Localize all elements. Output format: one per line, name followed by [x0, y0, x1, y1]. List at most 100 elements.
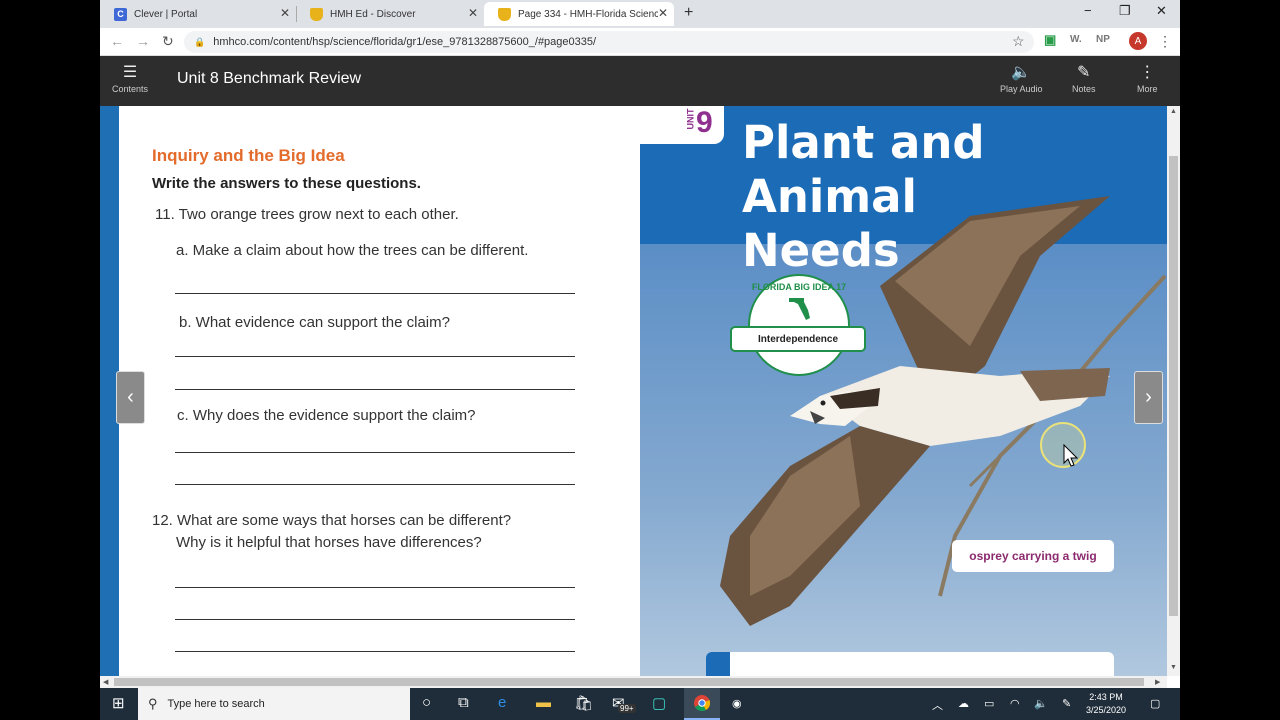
next-page-button[interactable]: ›: [1134, 371, 1163, 424]
clock-date: 3/25/2020: [1086, 705, 1127, 715]
search-placeholder: Type here to search: [167, 698, 265, 710]
cortana-icon[interactable]: ○: [422, 694, 431, 711]
interdependence-label: Interdependence: [730, 326, 866, 352]
answer-line: [175, 356, 575, 357]
tab-title: HMH Ed - Discover: [330, 8, 416, 20]
scroll-thumb[interactable]: [114, 678, 1144, 686]
tab-clever[interactable]: C Clever | Portal ✕: [100, 2, 296, 26]
more-button[interactable]: ⋮ More: [1137, 62, 1158, 94]
more-vertical-icon: ⋮: [1139, 64, 1156, 81]
notifications-icon[interactable]: ▢: [1150, 697, 1160, 710]
next-section-card: [706, 652, 1114, 676]
tab-title: Clever | Portal: [134, 8, 198, 20]
previous-page-button[interactable]: ‹: [116, 371, 145, 424]
close-icon[interactable]: ✕: [280, 6, 290, 20]
clever-icon: C: [114, 7, 127, 21]
hmh-shield-icon: [310, 7, 323, 21]
app-icon[interactable]: ▢: [652, 694, 666, 712]
horizontal-scrollbar[interactable]: ◀ ▶: [100, 676, 1167, 688]
contents-button[interactable]: ☰ Contents: [112, 62, 148, 94]
book-viewer: Inquiry and the Big Idea Write the answe…: [100, 106, 1167, 676]
mail-badge: 99+: [618, 704, 636, 713]
scroll-down-icon[interactable]: ▼: [1170, 664, 1177, 671]
answer-line: [175, 389, 575, 390]
question-11: 11. Two orange trees grow next to each o…: [155, 206, 459, 223]
osprey-illustration: [720, 196, 1167, 626]
scroll-left-icon[interactable]: ◀: [103, 678, 108, 686]
windows-start-icon[interactable]: ⊞: [112, 694, 125, 712]
store-icon[interactable]: 🛍: [574, 694, 593, 712]
tray-expand-icon[interactable]: ︿: [932, 697, 943, 713]
volume-icon[interactable]: 🔈: [1034, 697, 1048, 710]
left-page: Inquiry and the Big Idea Write the answe…: [128, 106, 640, 676]
reload-icon[interactable]: ↻: [162, 33, 174, 50]
wifi-icon[interactable]: ◠: [1010, 697, 1020, 710]
answer-line: [175, 293, 575, 294]
answer-line: [175, 452, 575, 453]
play-audio-button[interactable]: 🔈 Play Audio: [1000, 62, 1043, 94]
taskbar-search[interactable]: ⚲ Type here to search: [138, 688, 410, 720]
edge-icon[interactable]: e: [498, 694, 506, 711]
clock-time: 2:43 PM: [1089, 692, 1123, 702]
question-11c: c. Why does the evidence support the cla…: [177, 407, 476, 424]
mouse-pointer-icon: [1063, 444, 1079, 467]
scroll-thumb[interactable]: [1169, 156, 1178, 616]
clock[interactable]: 2:43 PM 3/25/2020: [1086, 691, 1126, 717]
left-letterbox: [0, 0, 100, 720]
right-letterbox: [1180, 0, 1280, 720]
chrome-icon[interactable]: [684, 688, 720, 720]
tab-title: Page 334 - HMH-Florida Science: [518, 8, 658, 20]
contents-label: Contents: [112, 84, 149, 94]
hmh-shield-icon: [498, 7, 511, 21]
bookmark-star-icon[interactable]: ☆: [1012, 33, 1025, 50]
file-explorer-icon[interactable]: ▬: [536, 694, 551, 711]
extension-w-icon[interactable]: W.: [1070, 34, 1082, 45]
close-icon[interactable]: ✕: [658, 6, 668, 20]
notes-label: Notes: [1072, 84, 1096, 94]
close-window-button[interactable]: ✕: [1156, 3, 1167, 19]
notes-button[interactable]: ✎ Notes: [1072, 62, 1096, 94]
badge-arc-text: FLORIDA BIG IDEA 17: [751, 282, 847, 292]
scroll-up-icon[interactable]: ▲: [1170, 108, 1177, 115]
scroll-right-icon[interactable]: ▶: [1155, 678, 1160, 686]
edit-icon: ✎: [1077, 64, 1091, 81]
back-arrow-icon[interactable]: ←: [110, 33, 124, 49]
forward-arrow-icon[interactable]: →: [136, 33, 150, 49]
vertical-scrollbar[interactable]: ▲ ▼: [1167, 106, 1180, 676]
recording-icon[interactable]: ◉: [732, 697, 742, 710]
minimize-button[interactable]: −: [1084, 3, 1092, 18]
more-label: More: [1137, 84, 1158, 94]
question-11b: b. What evidence can support the claim?: [179, 314, 450, 331]
right-page: UNIT 9 Plant and Animal Needs FLORIDA BI…: [640, 106, 1167, 676]
close-icon[interactable]: ✕: [468, 6, 478, 20]
answer-line: [175, 484, 575, 485]
cloud-icon[interactable]: ☁: [958, 697, 969, 710]
battery-icon[interactable]: ▭: [984, 697, 994, 710]
speaker-icon: 🔈: [1011, 64, 1032, 81]
reader-header: ☰ Contents Unit 8 Benchmark Review 🔈 Pla…: [100, 56, 1180, 106]
answer-line: [175, 651, 575, 652]
pen-icon[interactable]: ✎: [1062, 697, 1071, 710]
question-11a: a. Make a claim about how the trees can …: [176, 242, 529, 259]
tab-hmh-discover[interactable]: HMH Ed - Discover ✕: [296, 2, 484, 26]
photo-caption: osprey carrying a twig: [952, 540, 1114, 572]
answer-line: [175, 587, 575, 588]
profile-avatar[interactable]: A: [1129, 32, 1147, 50]
lock-icon: 🔒: [194, 36, 206, 47]
tab-page-334[interactable]: Page 334 - HMH-Florida Science ✕: [484, 2, 674, 26]
address-bar: ← → ↻ 🔒 hmhco.com/content/hsp/science/fl…: [100, 28, 1180, 56]
new-tab-button[interactable]: +: [684, 4, 693, 22]
extension-icon[interactable]: ▣: [1044, 32, 1056, 48]
florida-map-icon: [789, 298, 810, 320]
tab-strip: C Clever | Portal ✕ HMH Ed - Discover ✕ …: [100, 0, 1180, 28]
url-field[interactable]: 🔒 hmhco.com/content/hsp/science/florida/…: [184, 31, 1034, 53]
browser-menu-icon[interactable]: ⋮: [1158, 33, 1172, 50]
extension-np-icon[interactable]: NP: [1096, 34, 1110, 45]
task-view-icon[interactable]: ⧉: [458, 694, 469, 711]
restore-button[interactable]: ❐: [1119, 3, 1131, 19]
browser-window: C Clever | Portal ✕ HMH Ed - Discover ✕ …: [100, 0, 1180, 688]
section-heading: Inquiry and the Big Idea: [152, 146, 345, 165]
hamburger-menu-icon: ☰: [122, 64, 138, 81]
instructions: Write the answers to these questions.: [152, 175, 421, 192]
answer-line: [175, 619, 575, 620]
